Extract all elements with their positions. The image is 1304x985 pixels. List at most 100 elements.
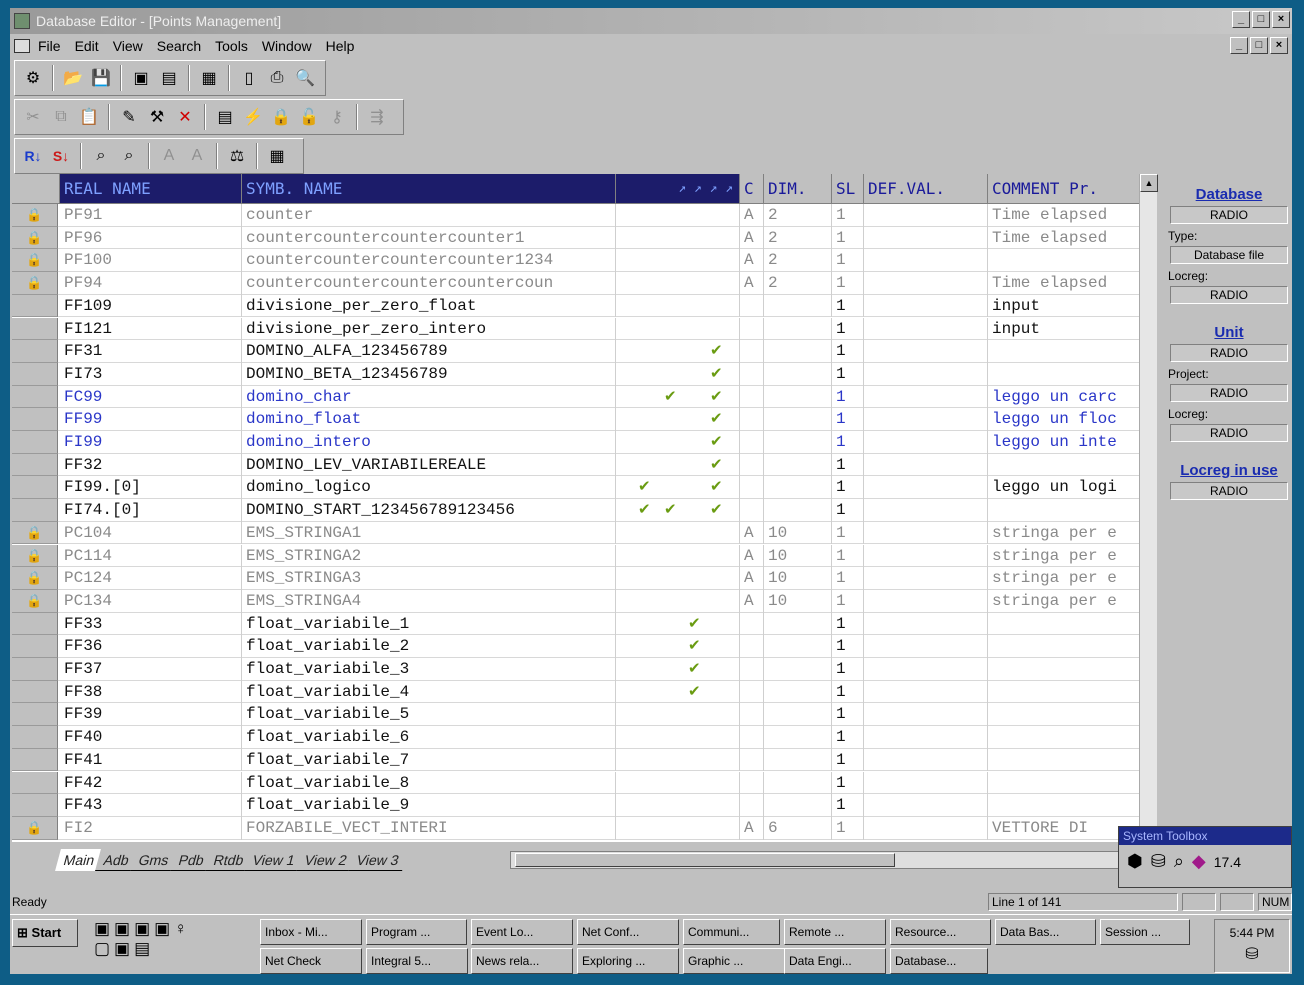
table-row[interactable]: 🔒 PC124 EMS_STRINGA3 A 10 1 stringa per e: [12, 567, 1157, 590]
table-row[interactable]: 🔒 FI2 FORZABILE_VECT_INTERI A 6 1 VETTORE DI: [12, 816, 1157, 840]
cell-comment[interactable]: [988, 363, 1157, 386]
mdi-close-button[interactable]: ×: [1270, 37, 1288, 54]
cell-def-val[interactable]: [864, 499, 988, 522]
cell-sl[interactable]: 1: [832, 226, 864, 250]
cell-sl[interactable]: 1: [832, 680, 864, 704]
column-header-dim[interactable]: DIM.: [764, 174, 832, 204]
maximize-button[interactable]: □: [1252, 11, 1270, 28]
cell-c[interactable]: A: [740, 249, 764, 273]
cell-symb-name[interactable]: EMS_STRINGA2: [242, 544, 616, 568]
cell-sl[interactable]: 1: [832, 408, 864, 431]
cell-sl[interactable]: 1: [832, 272, 864, 295]
cell-c[interactable]: A: [740, 567, 764, 590]
grid-icon[interactable]: ▦: [197, 66, 221, 90]
cell-def-val[interactable]: [864, 317, 988, 341]
row-header[interactable]: [12, 453, 58, 477]
cell-c[interactable]: A: [740, 544, 764, 568]
cell-sl[interactable]: 1: [832, 453, 864, 477]
cell-symb-name[interactable]: domino_float: [242, 408, 616, 431]
cell-flags[interactable]: [616, 589, 740, 613]
unit-link[interactable]: Unit: [1166, 324, 1292, 341]
column-header-symb-name[interactable]: SYMB. NAME: [242, 174, 616, 204]
cell-c[interactable]: [740, 499, 764, 522]
cell-comment[interactable]: leggo un carc: [988, 386, 1157, 409]
cell-sl[interactable]: 1: [832, 294, 864, 318]
cell-def-val[interactable]: [864, 340, 988, 363]
database-link[interactable]: Database: [1166, 186, 1292, 203]
cell-comment[interactable]: [988, 703, 1157, 726]
table-row[interactable]: 🔒 PF91 counter A 2 1 Time elapsed: [12, 204, 1157, 227]
cell-sl[interactable]: 1: [832, 658, 864, 681]
cell-flags[interactable]: [616, 748, 740, 772]
row-header[interactable]: [12, 431, 58, 454]
cell-def-val[interactable]: [864, 658, 988, 681]
row-header[interactable]: [12, 340, 58, 363]
taskbar-button[interactable]: Resource...: [890, 919, 991, 945]
cell-dim[interactable]: [764, 680, 832, 704]
cell-flags[interactable]: [616, 612, 740, 636]
cell-dim[interactable]: 2: [764, 226, 832, 250]
mdi-minimize-button[interactable]: _: [1230, 37, 1248, 54]
cell-c[interactable]: [740, 431, 764, 454]
cell-def-val[interactable]: [864, 249, 988, 273]
cell-symb-name[interactable]: divisione_per_zero_float: [242, 294, 616, 318]
table-row[interactable]: FF43 float_variabile_9 1: [12, 794, 1157, 817]
cell-symb-name[interactable]: DOMINO_ALFA_123456789: [242, 340, 616, 363]
sort-descending-icon[interactable]: S↓: [49, 144, 73, 168]
cell-sl[interactable]: 1: [832, 703, 864, 727]
cell-symb-name[interactable]: float_variabile_8: [242, 771, 616, 795]
table-row[interactable]: 🔒 PF94 countercountercountercountercoun A 2 1…: [12, 272, 1157, 295]
table-row[interactable]: FI99.[0] domino_logico 1 leggo un logi ✔ ✔: [12, 476, 1157, 500]
cell-flags[interactable]: [616, 249, 740, 273]
cell-real-name[interactable]: FI99: [60, 431, 242, 454]
table-row[interactable]: 🔒 PC114 EMS_STRINGA2 A 10 1 stringa per e: [12, 544, 1157, 568]
document-icon[interactable]: [14, 39, 30, 53]
cell-comment[interactable]: leggo un floc: [988, 408, 1157, 431]
cell-comment[interactable]: [988, 749, 1157, 772]
cell-def-val[interactable]: [864, 612, 988, 636]
cell-symb-name[interactable]: countercountercountercounter1234: [242, 249, 616, 273]
row-header[interactable]: [12, 726, 58, 749]
check-flag-icon[interactable]: ✔: [688, 658, 701, 680]
cell-sl[interactable]: 1: [832, 612, 864, 636]
tools-icon[interactable]: ⚒: [145, 105, 169, 129]
cell-symb-name[interactable]: float_variabile_1: [242, 612, 616, 636]
cell-real-name[interactable]: PF96: [60, 226, 242, 250]
taskbar-button[interactable]: Exploring ...: [577, 948, 679, 974]
cell-dim[interactable]: 6: [764, 816, 832, 840]
cell-real-name[interactable]: FI2: [60, 816, 242, 840]
check-flag-icon[interactable]: ✔: [688, 681, 701, 703]
cell-def-val[interactable]: [864, 431, 988, 454]
cell-sl[interactable]: 1: [832, 317, 864, 341]
taskbar-button[interactable]: News rela...: [471, 948, 573, 974]
table-row[interactable]: FF36 float_variabile_2 1 ✔: [12, 635, 1157, 658]
cell-real-name[interactable]: PC124: [60, 567, 242, 590]
record-locked-icon[interactable]: 🔒: [12, 204, 58, 227]
cell-real-name[interactable]: FF31: [60, 340, 242, 363]
check-flag-icon[interactable]: ✔: [710, 340, 723, 362]
cell-flags[interactable]: [616, 794, 740, 817]
cell-sl[interactable]: 1: [832, 589, 864, 613]
cell-symb-name[interactable]: float_variabile_2: [242, 635, 616, 658]
scroll-up-icon[interactable]: ▲: [1140, 174, 1158, 192]
check-flag-icon[interactable]: ✔: [710, 386, 723, 408]
cell-sl[interactable]: 1: [832, 726, 864, 749]
binoculars-icon[interactable]: ⌕: [1174, 851, 1184, 872]
cell-c[interactable]: A: [740, 272, 764, 295]
cell-c[interactable]: [740, 385, 764, 409]
cell-c[interactable]: [740, 635, 764, 658]
row-header[interactable]: [12, 635, 58, 658]
minimize-button[interactable]: _: [1232, 11, 1250, 28]
cell-c[interactable]: [740, 794, 764, 817]
cell-real-name[interactable]: FF37: [60, 658, 242, 681]
taskbar-button[interactable]: Graphic ...: [683, 948, 785, 974]
record-locked-icon[interactable]: 🔒: [12, 249, 58, 273]
cell-real-name[interactable]: PC114: [60, 544, 242, 568]
table-row[interactable]: FF40 float_variabile_6 1: [12, 726, 1157, 749]
cell-def-val[interactable]: [864, 521, 988, 545]
cell-sl[interactable]: 1: [832, 635, 864, 658]
cell-dim[interactable]: [764, 453, 832, 477]
cell-symb-name[interactable]: FORZABILE_VECT_INTERI: [242, 816, 616, 840]
cell-sl[interactable]: 1: [832, 748, 864, 772]
cell-flags[interactable]: [616, 226, 740, 250]
